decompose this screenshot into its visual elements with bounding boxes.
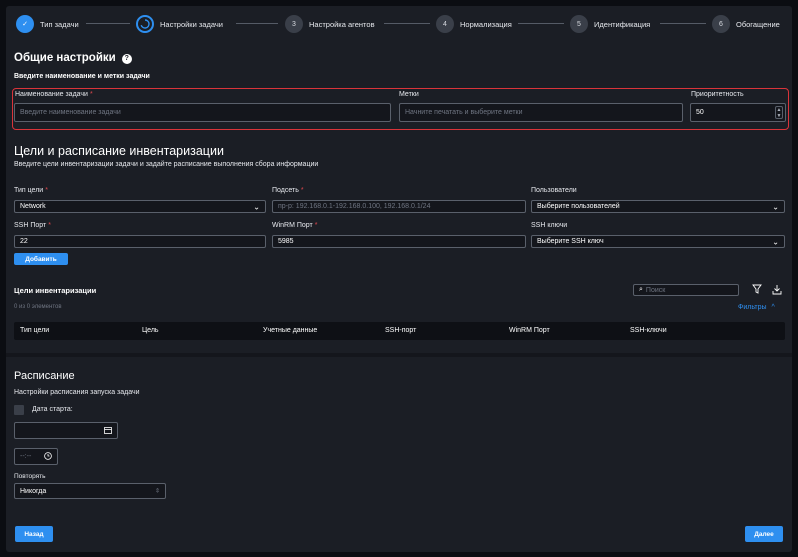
step-label: Настройки задачи [160, 19, 223, 29]
search-icon: ⌕ [639, 286, 643, 293]
start-date-checkbox[interactable] [14, 405, 24, 415]
repeat-label: Повторять [14, 473, 46, 480]
tags-label: Метки [399, 91, 419, 98]
start-time-input[interactable]: --:-- [14, 448, 58, 465]
chevron-down-icon: ⌄ [253, 202, 260, 211]
wizard-stepper: ✓ Тип задачи Настройки задачи 3 Настройк… [6, 6, 792, 40]
repeat-select[interactable]: Никогда ⇕ [14, 483, 166, 499]
items-count: 0 из 0 элементов [14, 304, 62, 310]
column-header[interactable]: Тип цели [20, 322, 49, 340]
clock-icon[interactable] [44, 451, 52, 462]
chevron-updown-icon: ⇕ [154, 488, 160, 495]
priority-stepper[interactable]: 50 ▲ ▼ [690, 103, 786, 122]
users-select[interactable]: Выберите пользователей ⌄ [531, 200, 785, 213]
spinner-icon [136, 15, 154, 33]
target-type-select[interactable]: Network ⌄ [14, 200, 266, 213]
step-connector [86, 23, 130, 24]
chevron-up-icon: ^ [771, 304, 775, 311]
general-settings-title: Общие настройки? [14, 52, 132, 64]
step-connector [660, 23, 706, 24]
ssh-port-label: SSH Порт * [14, 222, 51, 229]
column-header[interactable]: Учетные данные [263, 322, 317, 340]
general-settings-subtitle: Введите наименование и метки задачи [14, 73, 150, 80]
step-connector [518, 23, 564, 24]
users-label: Пользователи [531, 187, 577, 194]
back-button[interactable]: Назад [15, 526, 53, 542]
step-number: 4 [436, 15, 454, 33]
next-button[interactable]: Далее [745, 526, 783, 542]
column-header[interactable]: Цель [142, 322, 159, 340]
step-label: Настройка агентов [309, 19, 375, 29]
column-header[interactable]: WinRM Порт [509, 322, 550, 340]
stepper-arrows[interactable]: ▲ ▼ [775, 106, 783, 119]
step-identification[interactable]: 5 Идентификация [570, 15, 650, 33]
calendar-icon[interactable] [104, 426, 112, 436]
priority-label: Приоритетность [691, 91, 744, 98]
filters-toggle[interactable]: Фильтры ^ [738, 304, 775, 311]
step-normalization[interactable]: 4 Нормализация [436, 15, 512, 33]
step-connector [236, 23, 278, 24]
filter-icon[interactable] [752, 284, 762, 296]
add-target-button[interactable]: Добавить [14, 253, 68, 265]
step-number: 3 [285, 15, 303, 33]
column-header[interactable]: SSH-порт [385, 322, 416, 340]
subnet-input[interactable]: пр-р: 192.168.0.1-192.168.0.100, 192.168… [272, 200, 526, 213]
ssh-port-input[interactable]: 22 [14, 235, 266, 248]
target-type-label: Тип цели * [14, 187, 48, 194]
targets-title: Цели и расписание инвентаризации [14, 144, 224, 158]
winrm-port-input[interactable]: 5985 [272, 235, 526, 248]
schedule-title: Расписание [14, 370, 75, 382]
step-enrichment[interactable]: 6 Обогащение [712, 15, 780, 33]
step-number: 6 [712, 15, 730, 33]
chevron-down-icon: ⌄ [772, 202, 779, 211]
step-label: Тип задачи [40, 19, 79, 29]
step-task-type[interactable]: ✓ Тип задачи [16, 15, 79, 33]
step-agent-settings[interactable]: 3 Настройка агентов [285, 15, 375, 33]
ssh-keys-select[interactable]: Выберите SSH ключ ⌄ [531, 235, 785, 248]
inventory-table-title: Цели инвентаризации [14, 286, 97, 295]
step-label: Идентификация [594, 19, 651, 29]
step-task-settings[interactable]: Настройки задачи [136, 15, 223, 33]
chevron-down-icon: ⌄ [772, 237, 779, 246]
download-icon[interactable] [772, 284, 782, 297]
step-connector [384, 23, 430, 24]
start-date-label: Дата старта: [32, 406, 73, 413]
wizard-window: ✓ Тип задачи Настройки задачи 3 Настройк… [6, 6, 792, 552]
tags-input[interactable]: Начните печатать и выберите метки [399, 103, 683, 122]
table-header: Тип цели Цель Учетные данные SSH-порт Wi… [14, 322, 785, 340]
task-name-label: Наименование задачи * [15, 91, 93, 98]
start-date-input[interactable] [14, 422, 118, 439]
subnet-label: Подсеть * [272, 187, 304, 194]
help-icon[interactable]: ? [121, 54, 132, 64]
targets-subtitle: Введите цели инвентаризации задачи и зад… [14, 161, 319, 168]
check-icon: ✓ [16, 15, 34, 33]
task-name-input[interactable]: Введите наименование задачи [14, 103, 391, 122]
column-header[interactable]: SSH-ключи [630, 322, 667, 340]
step-label: Нормализация [460, 19, 512, 29]
search-input[interactable]: ⌕ Поиск [633, 284, 739, 296]
section-divider [6, 353, 792, 357]
winrm-port-label: WinRM Порт * [272, 222, 318, 229]
step-label: Обогащение [736, 19, 780, 29]
schedule-subtitle: Настройки расписания запуска задачи [14, 389, 140, 396]
step-number: 5 [570, 15, 588, 33]
ssh-keys-label: SSH ключи [531, 222, 568, 229]
chevron-down-icon[interactable]: ▼ [777, 113, 782, 119]
